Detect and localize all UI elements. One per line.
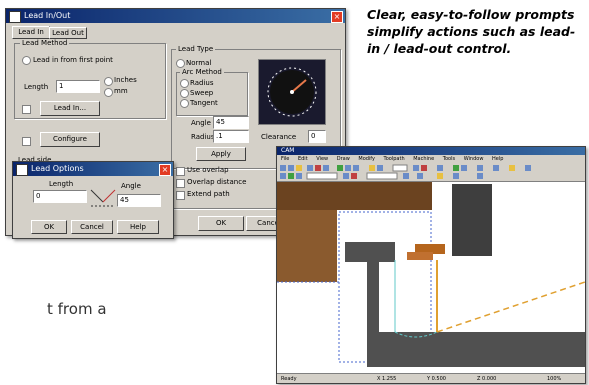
menu-machine[interactable]: Machine: [413, 156, 434, 162]
small-ok-button[interactable]: OK: [31, 220, 67, 234]
small-cancel-button[interactable]: Cancel: [71, 220, 113, 234]
body-text-fragment: t from a: [47, 300, 107, 318]
menu-window[interactable]: Window: [464, 156, 484, 162]
menu-bar: File Edit View Draw Modify Toolpath Mach…: [277, 155, 585, 163]
use-overlap-label: Use overlap: [187, 166, 229, 174]
radius-input[interactable]: .1: [213, 130, 249, 143]
menu-view[interactable]: View: [316, 156, 328, 162]
toolbar-icons[interactable]: [277, 163, 585, 181]
menu-file[interactable]: File: [281, 156, 289, 162]
lead-in-button[interactable]: Lead In...: [40, 101, 100, 116]
small-dialog-titlebar[interactable]: Lead Options: [13, 162, 173, 176]
menu-edit[interactable]: Edit: [298, 156, 308, 162]
angle-input[interactable]: 45: [213, 116, 249, 129]
status-x: X 1.255: [377, 376, 397, 382]
menu-tools[interactable]: Tools: [443, 156, 455, 162]
option-first-point-label: Lead in from first point: [33, 56, 113, 64]
use-overlap-checkbox[interactable]: [176, 167, 185, 176]
dialog-titlebar[interactable]: Lead In/Out: [6, 9, 345, 23]
status-ready: Ready: [281, 376, 297, 382]
angle-label: Angle: [191, 119, 211, 127]
ok-button[interactable]: OK: [198, 216, 244, 231]
small-field-2-input[interactable]: 45: [117, 194, 161, 207]
dark-block: [452, 184, 492, 256]
lead-options-dialog: Lead Options × Length 0 Angle 45 OK Canc…: [12, 161, 174, 239]
tab-lead-out[interactable]: Lead Out: [49, 27, 87, 39]
arc-tangent-label: Tangent: [190, 99, 218, 107]
status-bar: Ready X 1.255 Y 0.500 Z 0.000 100%: [277, 373, 585, 383]
clearance-label: Clearance: [261, 133, 297, 141]
small-app-icon: [16, 164, 28, 176]
lead-type-label: Lead Type: [176, 45, 216, 53]
toolpath-scene: [277, 182, 585, 367]
lead-diagram-icon: [89, 184, 117, 212]
arc-tangent-radio[interactable]: [180, 99, 189, 108]
clearance-input[interactable]: 0: [308, 130, 326, 143]
inches-radio[interactable]: [104, 77, 113, 86]
app-title: CAM: [281, 147, 295, 154]
angle-preview: [258, 59, 326, 125]
mm-label: mm: [114, 87, 128, 95]
menu-draw[interactable]: Draw: [337, 156, 350, 162]
apply-button[interactable]: Apply: [196, 147, 246, 161]
small-field-1-input[interactable]: 0: [33, 190, 87, 203]
menu-modify[interactable]: Modify: [358, 156, 375, 162]
small-field-1-label: Length: [49, 180, 74, 188]
lead-method-label: Lead Method: [20, 39, 70, 47]
close-icon[interactable]: ×: [331, 11, 343, 23]
menu-toolpath[interactable]: Toolpath: [384, 156, 405, 162]
lead-in-checkbox[interactable]: [22, 105, 31, 114]
radius-label: Radius: [191, 133, 215, 141]
cam-app-window: CAM File Edit View Draw Modify Toolpath …: [276, 146, 586, 384]
extend-path-label: Extend path: [187, 190, 230, 198]
small-dialog-title: Lead Options: [31, 164, 84, 173]
feature-caption: Clear, easy-to-follow prompts simplify a…: [367, 7, 576, 56]
menu-help[interactable]: Help: [492, 156, 503, 162]
overlap-distance-label: Overlap distance: [187, 178, 247, 186]
toolpath-lead-out: [436, 281, 585, 333]
dialog-title: Lead In/Out: [24, 11, 71, 20]
tab-lead-in[interactable]: Lead In: [12, 26, 50, 39]
normal-radio[interactable]: [176, 59, 185, 68]
extend-path-checkbox[interactable]: [176, 191, 185, 200]
option-first-point-radio[interactable]: [22, 56, 31, 65]
mm-radio[interactable]: [104, 88, 113, 97]
arc-sweep-radio[interactable]: [180, 89, 189, 98]
tool-tip: [407, 252, 433, 260]
angle-dial-icon: [267, 67, 317, 117]
wood-top: [277, 182, 432, 210]
configure-button[interactable]: Configure: [40, 132, 100, 147]
small-close-icon[interactable]: ×: [159, 164, 171, 176]
length-label: Length: [24, 83, 49, 91]
status-zoom: 100%: [547, 376, 562, 382]
status-y: Y 0.500: [427, 376, 446, 382]
small-field-2-label: Angle: [121, 182, 141, 190]
arc-method-label: Arc Method: [180, 68, 224, 76]
graphics-viewport[interactable]: [277, 182, 585, 373]
app-titlebar[interactable]: CAM: [277, 147, 585, 155]
app-icon: [9, 11, 21, 23]
arc-radius-label: Radius: [190, 79, 214, 87]
overlap-distance-checkbox[interactable]: [176, 179, 185, 188]
small-help-button[interactable]: Help: [117, 220, 159, 234]
configure-checkbox[interactable]: [22, 137, 31, 146]
status-z: Z 0.000: [477, 376, 497, 382]
toolbar: [277, 163, 585, 182]
length-input[interactable]: 1: [56, 80, 100, 93]
arc-sweep-label: Sweep: [190, 89, 214, 97]
inches-label: Inches: [114, 76, 137, 84]
arc-radius-radio[interactable]: [180, 79, 189, 88]
normal-label: Normal: [186, 59, 212, 67]
